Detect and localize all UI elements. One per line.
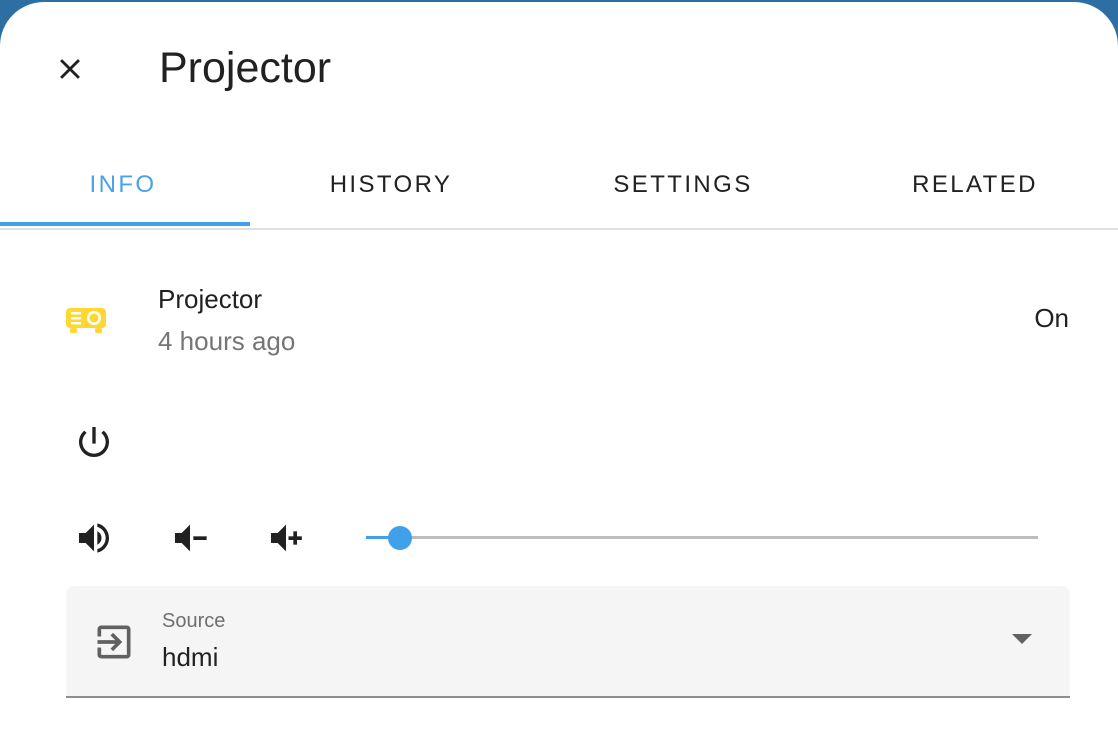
volume-down-button[interactable] — [164, 512, 216, 564]
slider-track — [366, 536, 1038, 539]
volume-slider[interactable] — [366, 522, 1038, 554]
tab-history[interactable]: HISTORY — [268, 142, 514, 228]
volume-high-icon — [79, 523, 109, 553]
close-icon — [60, 59, 80, 79]
dropdown-arrow-icon[interactable] — [1012, 634, 1032, 644]
source-select[interactable]: Source hdmi — [66, 586, 1070, 698]
volume-minus-icon — [175, 524, 207, 552]
source-label: Source — [162, 610, 226, 632]
tab-bar: INFO HISTORY SETTINGS RELATED — [0, 142, 1118, 230]
more-info-dialog: Projector INFO HISTORY SETTINGS RELATED … — [0, 2, 1118, 746]
volume-up-button[interactable] — [260, 512, 312, 564]
dialog-title: Projector — [159, 44, 332, 92]
tab-settings[interactable]: SETTINGS — [560, 142, 806, 228]
entity-name: Projector — [158, 284, 263, 314]
projector-icon — [64, 302, 110, 342]
entity-state: On — [1034, 303, 1069, 333]
close-button[interactable] — [46, 45, 94, 93]
power-button[interactable] — [68, 416, 120, 468]
volume-plus-icon — [271, 524, 302, 552]
input-icon — [92, 620, 136, 664]
volume-mute-button[interactable] — [68, 512, 120, 564]
power-icon — [79, 427, 109, 457]
source-value: hdmi — [162, 642, 219, 672]
tab-info[interactable]: INFO — [0, 142, 246, 228]
entity-last-changed: 4 hours ago — [158, 326, 296, 356]
tab-related[interactable]: RELATED — [852, 142, 1098, 228]
active-tab-indicator — [0, 222, 250, 226]
slider-thumb[interactable] — [388, 526, 412, 550]
